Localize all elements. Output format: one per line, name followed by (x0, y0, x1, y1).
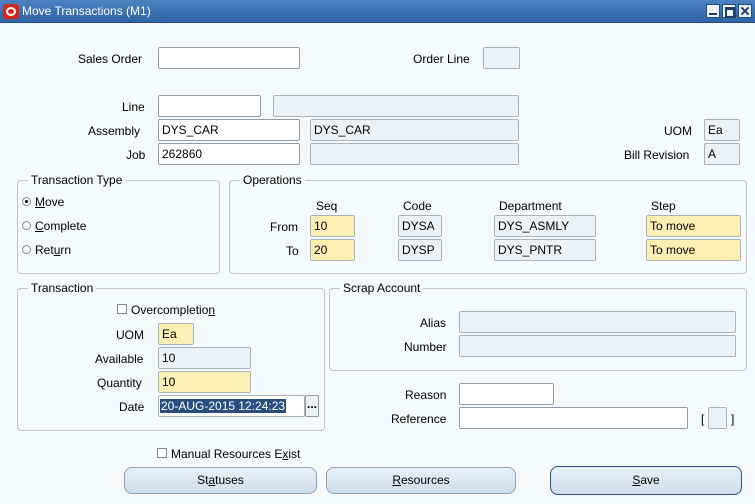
sales-order-field[interactable] (158, 47, 300, 69)
line-description-field (273, 95, 519, 117)
assembly-label: Assembly (88, 124, 141, 138)
bill-revision-label: Bill Revision (624, 148, 690, 162)
maximize-icon[interactable] (722, 4, 736, 18)
to-label: To (286, 244, 299, 258)
bill-revision-field: A (704, 143, 740, 165)
to-code-field: DYSP (398, 239, 442, 261)
quantity-field[interactable]: 10 (158, 371, 251, 393)
step-column-header: Step (651, 199, 676, 213)
date-label: Date (119, 400, 145, 414)
seq-column-header: Seq (316, 199, 338, 213)
line-label: Line (122, 100, 145, 114)
uom-field: Ea (704, 119, 740, 141)
alias-label: Alias (420, 316, 447, 330)
overcompletion-label[interactable]: Overcompletion (131, 303, 215, 317)
quantity-label: Quantity (97, 376, 142, 390)
window-title: Move Transactions (M1) (22, 4, 151, 18)
to-step-field[interactable]: To move (646, 239, 741, 261)
available-label: Available (95, 352, 144, 366)
code-column-header: Code (403, 199, 432, 213)
flexfield-open-bracket: [ (701, 412, 705, 426)
overcompletion-checkbox[interactable] (117, 304, 127, 314)
assembly-field[interactable]: DYS_CAR (158, 119, 300, 141)
job-field[interactable]: 262860 (158, 143, 300, 165)
alias-field (459, 311, 736, 333)
resources-button[interactable]: Resources (326, 467, 516, 494)
line-field[interactable] (158, 95, 261, 117)
move-radio-label[interactable]: Move (35, 195, 64, 209)
order-line-label: Order Line (413, 52, 470, 66)
order-line-field[interactable] (483, 47, 520, 69)
job-label: Job (126, 148, 146, 162)
statuses-button[interactable]: Statuses (124, 467, 317, 494)
to-department-field: DYS_PNTR (494, 239, 596, 261)
from-label: From (270, 220, 298, 234)
department-column-header: Department (499, 199, 562, 213)
title-bar: Move Transactions (M1) (0, 0, 755, 23)
transaction-title: Transaction (28, 281, 97, 295)
assembly-description-field: DYS_CAR (310, 119, 519, 141)
complete-radio-label[interactable]: Complete (35, 219, 86, 233)
complete-radio[interactable] (22, 221, 31, 230)
return-radio[interactable] (22, 245, 31, 254)
save-button[interactable]: Save (550, 466, 742, 495)
number-label: Number (404, 340, 447, 354)
transaction-type-title: Transaction Type (28, 173, 126, 187)
reason-field[interactable] (459, 383, 554, 405)
from-code-field: DYSA (398, 215, 442, 237)
date-field[interactable]: 20-AUG-2015 12:24:23 (158, 395, 305, 417)
manual-resources-exist-checkbox[interactable] (157, 448, 167, 458)
reason-label: Reason (405, 388, 447, 402)
job-description-field (310, 143, 519, 165)
reference-label: Reference (391, 412, 447, 426)
to-seq-field[interactable]: 20 (310, 239, 355, 261)
sales-order-label: Sales Order (78, 52, 143, 66)
move-radio[interactable] (22, 197, 31, 206)
transaction-uom-field[interactable]: Ea (158, 323, 194, 345)
return-radio-label[interactable]: Return (35, 243, 71, 257)
from-seq-field[interactable]: 10 (310, 215, 355, 237)
operations-title: Operations (240, 173, 305, 187)
close-icon[interactable] (738, 4, 752, 18)
oracle-app-icon (3, 4, 19, 19)
transaction-uom-label: UOM (116, 328, 144, 342)
manual-resources-exist-label: Manual Resources Exist (171, 447, 301, 461)
available-field: 10 (158, 347, 251, 369)
minimize-icon[interactable] (706, 4, 720, 18)
from-step-field[interactable]: To move (646, 215, 741, 237)
flexfield-close-bracket: ] (731, 412, 735, 426)
number-field (459, 335, 736, 357)
reference-field[interactable] (459, 407, 688, 429)
descriptive-flexfield[interactable] (708, 407, 727, 429)
date-picker-button[interactable]: ... (305, 395, 319, 417)
scrap-account-title: Scrap Account (340, 281, 424, 295)
uom-label: UOM (664, 124, 692, 138)
from-department-field: DYS_ASMLY (494, 215, 596, 237)
